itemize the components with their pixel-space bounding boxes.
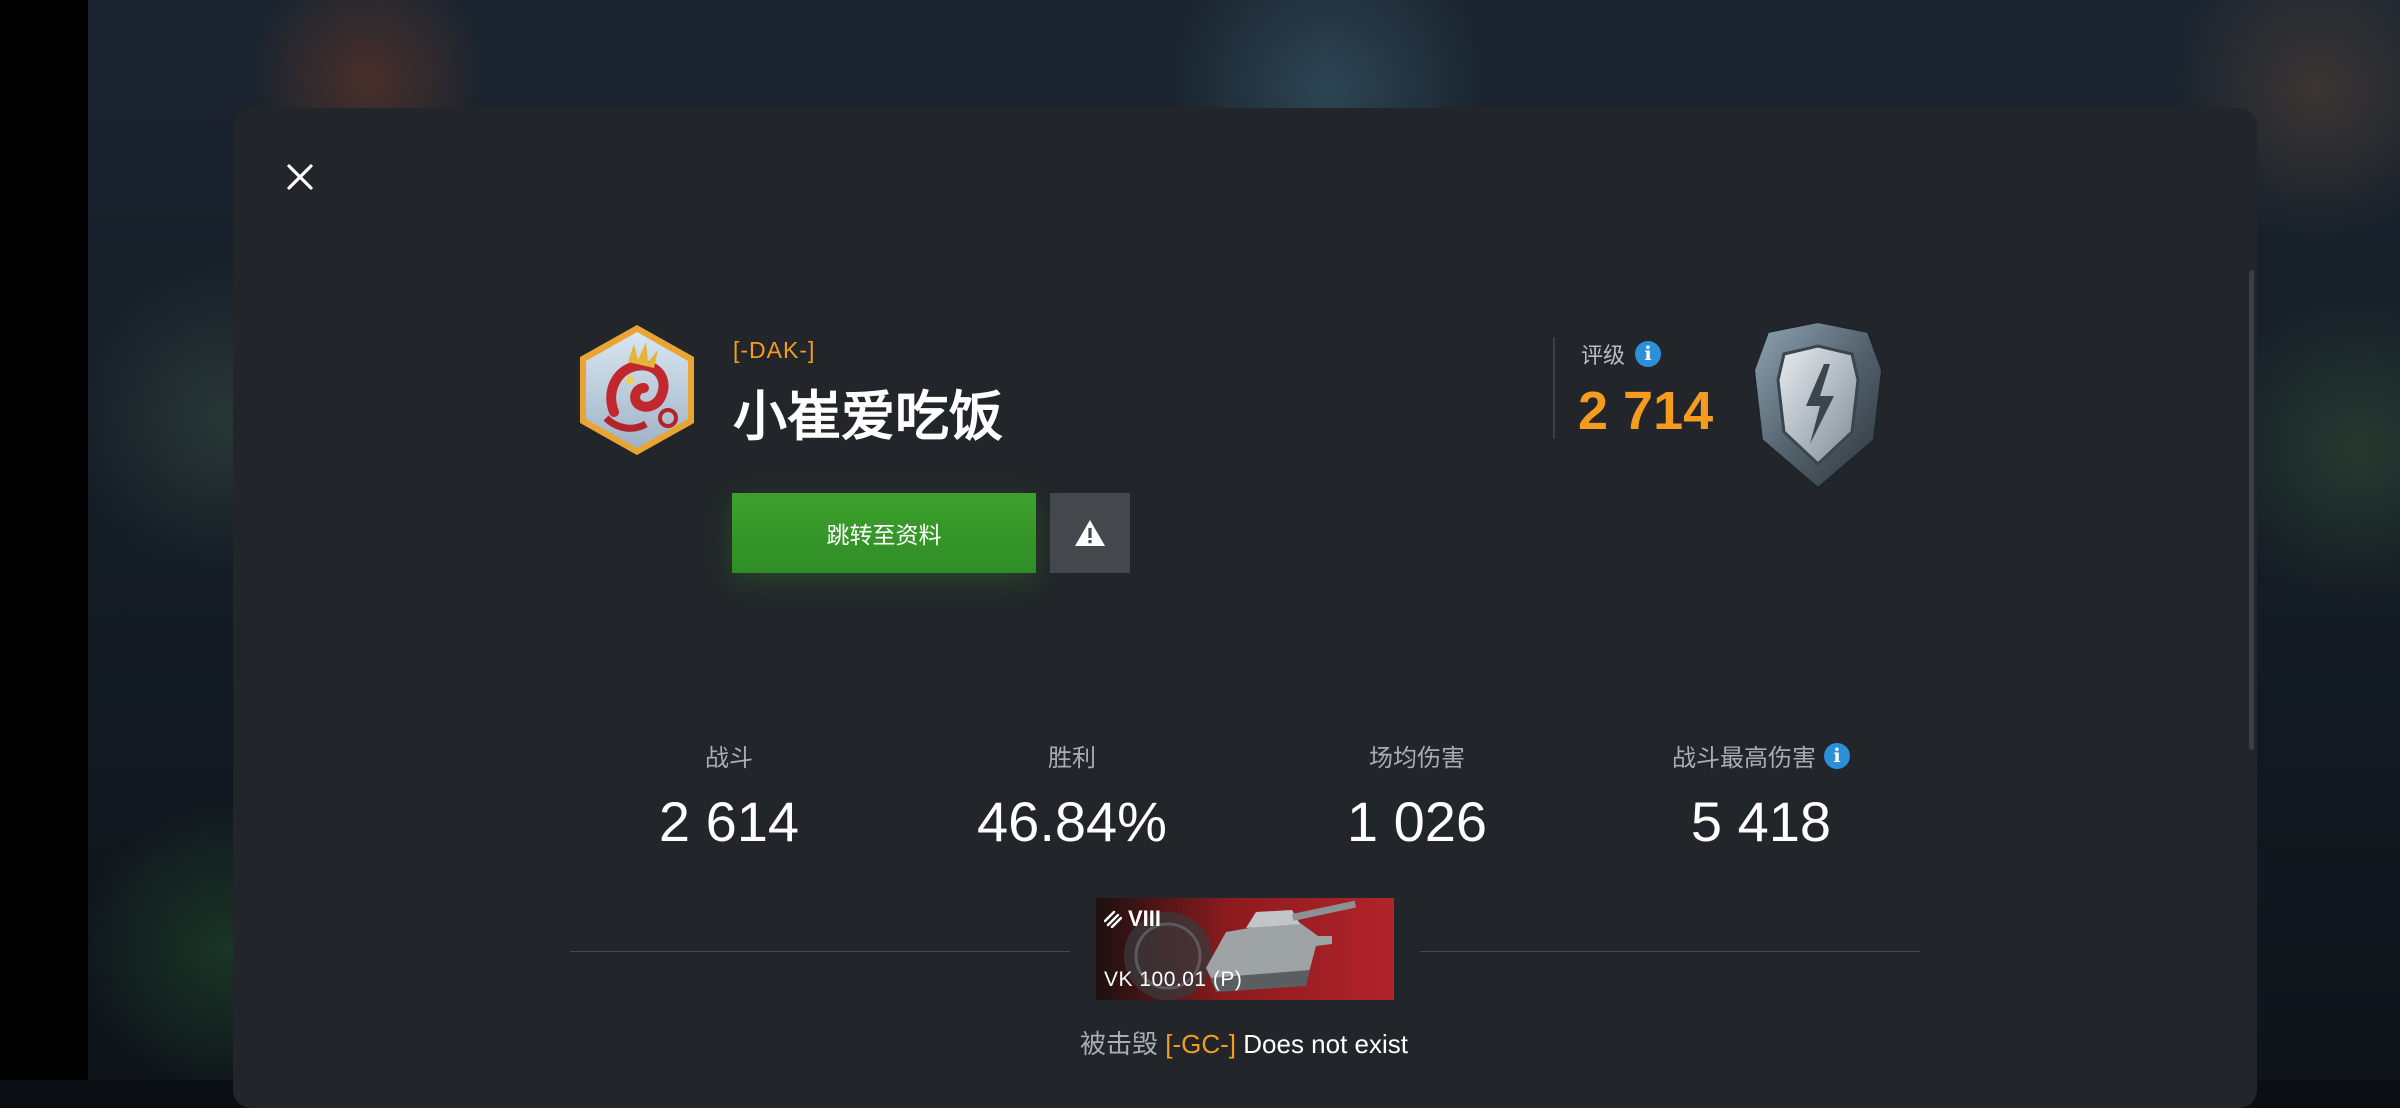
killed-by-label: 被击毁 xyxy=(1080,1030,1159,1060)
tank-card[interactable]: VIII VK 100.01 (P) xyxy=(1096,898,1394,1000)
tank-tier-label: VIII xyxy=(1128,906,1162,931)
stat-label: 场均伤害 xyxy=(1369,744,1465,772)
player-name: 小崔爱吃饭 xyxy=(733,385,1003,448)
shield-rating-icon xyxy=(1752,320,1884,490)
rating-label: 评级 i xyxy=(1581,338,1662,370)
rating-value: 2 714 xyxy=(1578,381,1714,441)
go-to-profile-button[interactable]: 跳转至资料 xyxy=(732,493,1036,573)
stat-value: 5 418 xyxy=(1690,790,1832,853)
scrollbar[interactable] xyxy=(2249,270,2254,750)
stat-label: 胜利 xyxy=(1048,744,1096,772)
stat-value: 46.84% xyxy=(977,790,1167,853)
close-button[interactable] xyxy=(276,153,324,201)
separator-right xyxy=(1420,951,1920,952)
info-icon[interactable]: i xyxy=(1635,341,1662,367)
stat-label: 战斗 xyxy=(705,744,753,772)
killed-by-line: 被击毁 [-GC-] Does not exist xyxy=(1080,1024,1420,1061)
stat-value: 2 614 xyxy=(658,790,800,853)
tank-tier: VIII xyxy=(1104,906,1161,932)
rating-divider xyxy=(1553,337,1555,439)
stat-max-damage: 战斗最高伤害 i 5 418 xyxy=(1601,738,1921,854)
killer-name: Does not exist xyxy=(1243,1029,1408,1059)
stat-label: 战斗最高伤害 i xyxy=(1601,738,1921,773)
separator-left xyxy=(570,951,1070,952)
stat-label-text: 战斗最高伤害 xyxy=(1672,744,1816,772)
rating-label-text: 评级 xyxy=(1581,344,1626,369)
warning-icon xyxy=(1075,520,1105,546)
info-icon[interactable]: i xyxy=(1824,742,1850,769)
stat-battles: 战斗 2 614 xyxy=(569,738,889,854)
stat-avg-damage: 场均伤害 1 026 xyxy=(1257,738,1577,854)
dragon-avatar xyxy=(580,325,694,455)
tank-class-icon xyxy=(1104,910,1122,928)
left-edge xyxy=(0,0,88,1080)
stat-victories: 胜利 46.84% xyxy=(912,738,1232,854)
stat-value: 1 026 xyxy=(1346,790,1488,853)
close-icon xyxy=(287,164,313,190)
tank-name: VK 100.01 (P) xyxy=(1104,968,1243,991)
clan-tag: [-DAK-] xyxy=(733,337,816,363)
report-button[interactable] xyxy=(1050,493,1130,573)
killer-clan-tag: [-GC-] xyxy=(1165,1029,1237,1059)
